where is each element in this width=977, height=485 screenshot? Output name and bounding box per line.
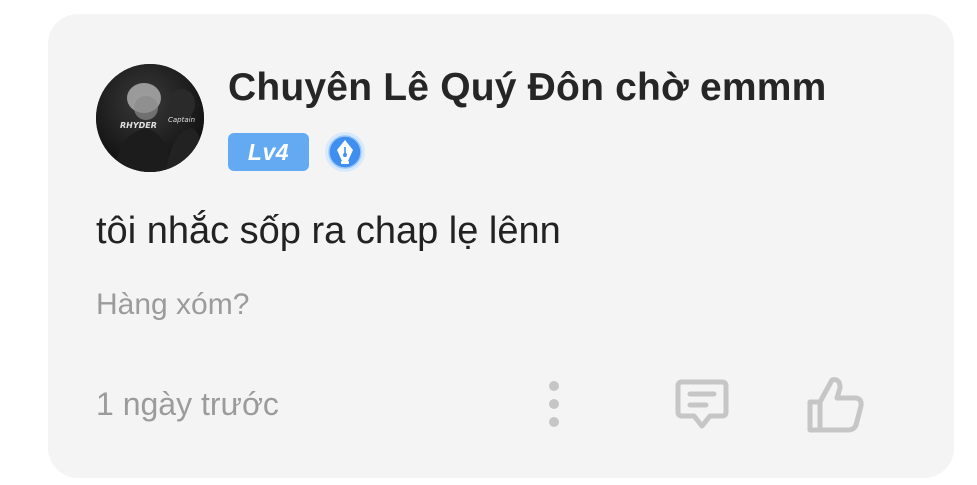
avatar-text-right: Captain xyxy=(168,116,195,124)
avatar-image: RHYDER Captain xyxy=(96,64,204,172)
reply-context[interactable]: Hàng xóm? xyxy=(96,288,249,322)
reply-button[interactable] xyxy=(672,374,732,434)
avatar-text-left: RHYDER xyxy=(120,121,157,130)
more-options-button[interactable] xyxy=(534,376,574,432)
pen-nib-badge-icon xyxy=(324,131,366,173)
thumbs-up-icon xyxy=(807,377,864,433)
level-badge: Lv4 xyxy=(228,133,309,171)
comment-text: tôi nhắc sốp ra chap lẹ lênn xyxy=(96,210,561,252)
like-button[interactable] xyxy=(804,372,868,436)
comment-icon xyxy=(675,379,729,429)
avatar[interactable]: RHYDER Captain xyxy=(96,64,204,172)
username[interactable]: Chuyên Lê Quý Đôn chờ emmm xyxy=(228,66,827,110)
comment-card: RHYDER Captain Chuyên Lê Quý Đôn chờ emm… xyxy=(48,14,954,478)
timestamp: 1 ngày trước xyxy=(96,386,279,422)
more-vertical-icon xyxy=(549,381,559,427)
